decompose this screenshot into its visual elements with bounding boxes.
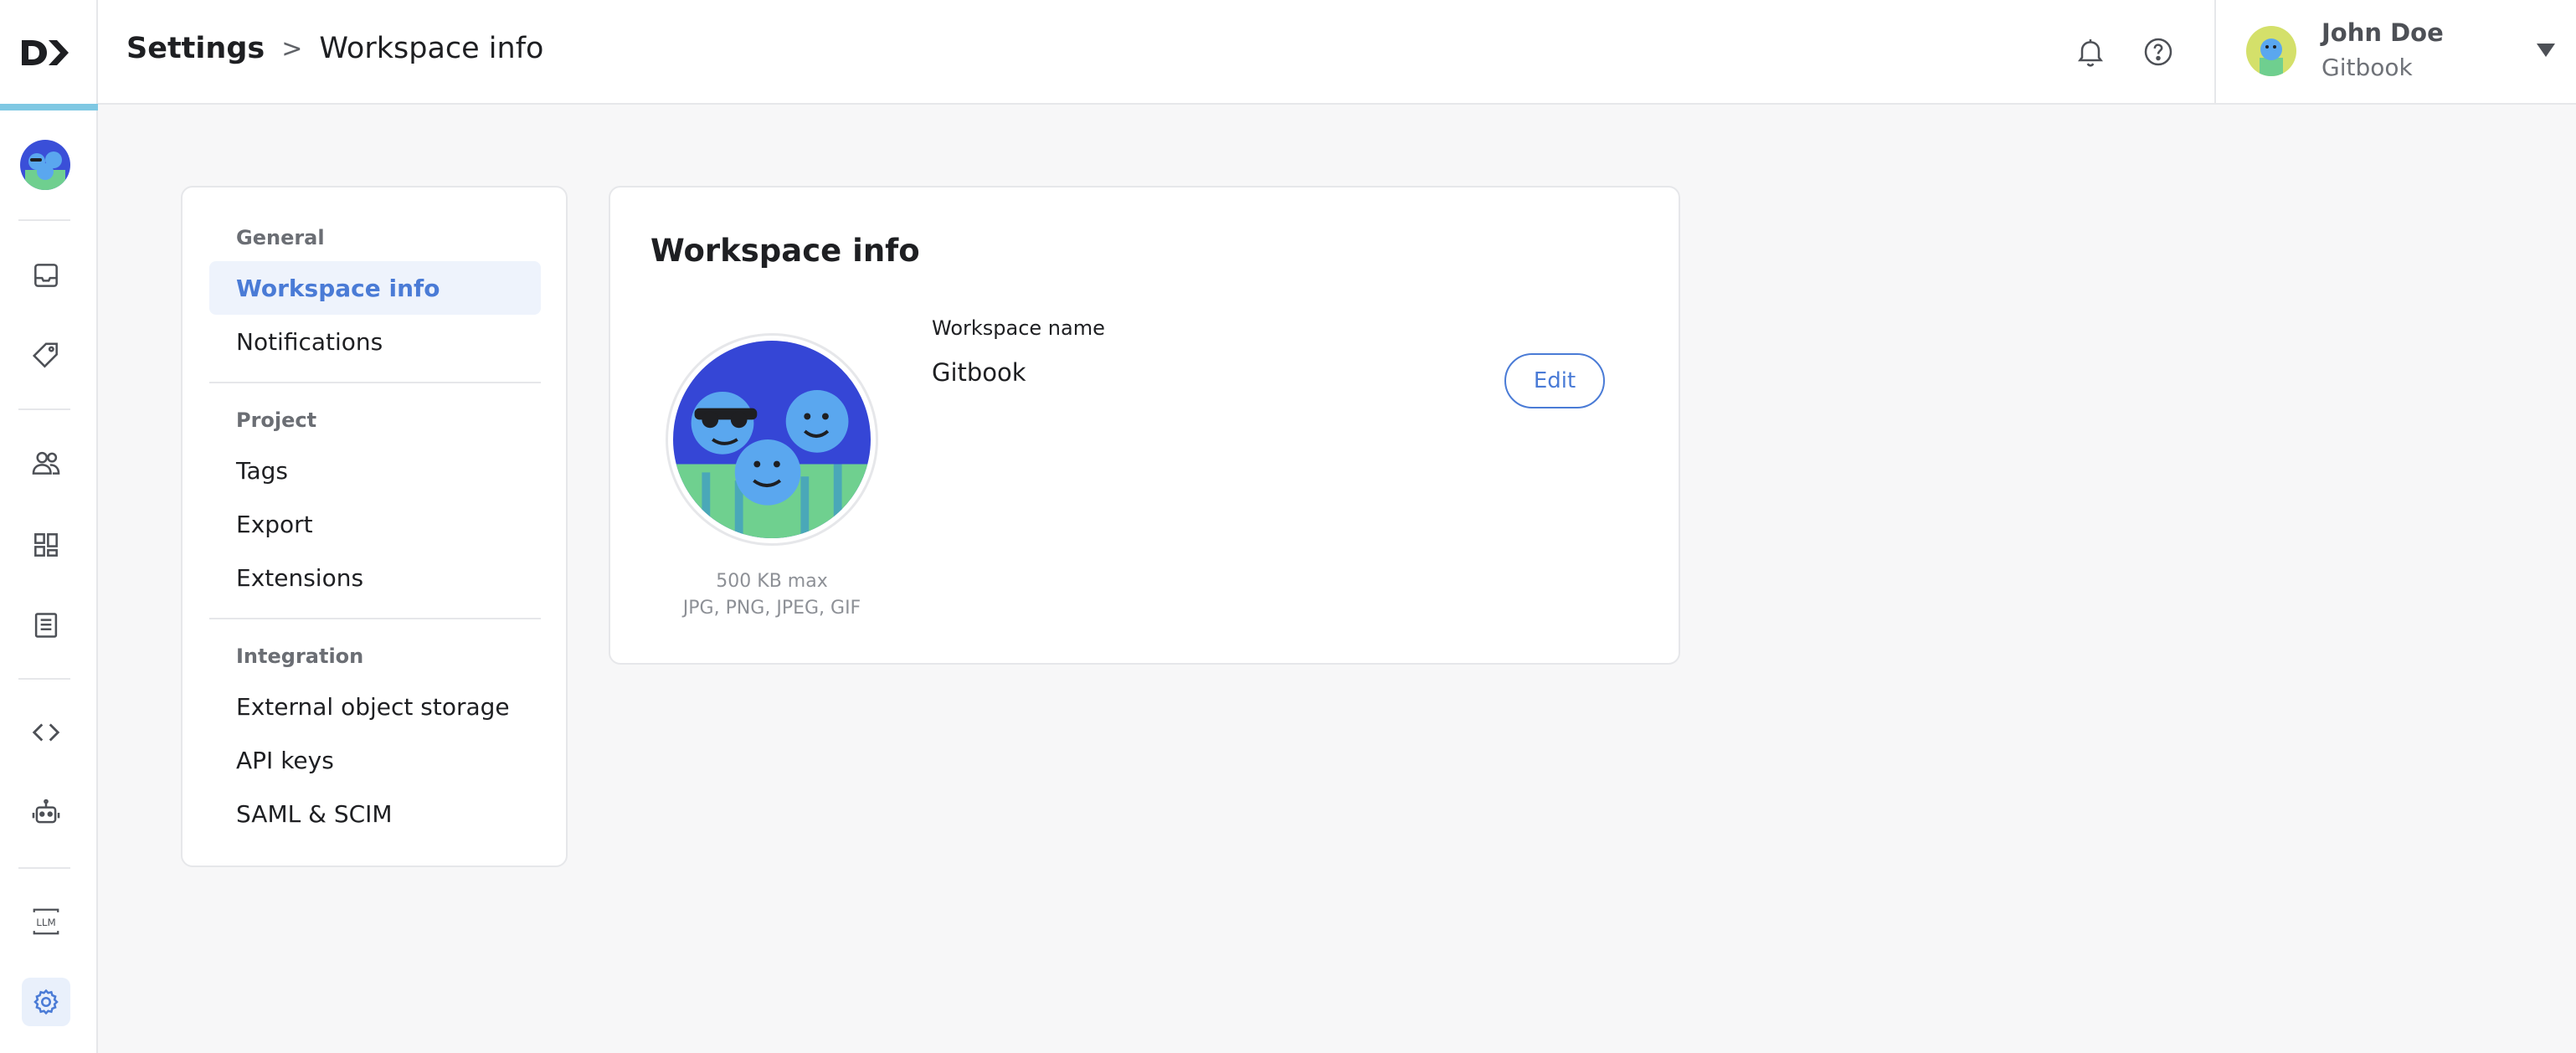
nav-item-external-object-storage[interactable]: External object storage xyxy=(209,680,541,733)
workspace-avatar[interactable] xyxy=(20,140,70,190)
nav-item-saml-scim[interactable]: SAML & SCIM xyxy=(209,787,541,840)
top-bar: Settings > Workspace info John Doe Gitbo… xyxy=(98,0,2576,105)
gear-icon xyxy=(33,989,59,1015)
image-size-hint: 500 KB max xyxy=(716,571,828,592)
workspace-image xyxy=(673,341,871,538)
user-menu[interactable]: John Doe Gitbook xyxy=(2214,0,2576,103)
breadcrumb-settings[interactable]: Settings xyxy=(126,32,265,65)
nav-item-tags[interactable]: Tags xyxy=(209,444,541,497)
workspace-info-card: Workspace info 500 KB max JPG, PNG, JPEG… xyxy=(609,186,1680,665)
robot-nav[interactable] xyxy=(22,788,70,837)
user-avatar xyxy=(2246,26,2296,76)
tags-nav[interactable] xyxy=(22,331,70,380)
nav-divider xyxy=(209,382,541,383)
svg-text:LLM: LLM xyxy=(36,917,55,928)
user-organization: Gitbook xyxy=(2321,54,2413,81)
code-icon xyxy=(32,723,60,742)
settings-nav-panel: General Workspace info Notifications Pro… xyxy=(181,186,568,867)
rail-divider xyxy=(18,408,70,410)
active-app-indicator xyxy=(0,104,98,110)
inbox-nav[interactable] xyxy=(22,251,70,300)
workspace-name-label: Workspace name xyxy=(932,316,1105,340)
inbox-icon xyxy=(34,264,58,287)
dashboard-icon xyxy=(34,533,58,557)
code-nav[interactable] xyxy=(22,708,70,757)
nav-divider xyxy=(209,618,541,619)
llm-nav[interactable]: LLM xyxy=(22,897,70,946)
nav-item-api-keys[interactable]: API keys xyxy=(209,733,541,787)
tag-icon xyxy=(32,342,58,368)
help-icon xyxy=(2144,38,2172,66)
group-title-integration: Integration xyxy=(236,645,364,668)
left-rail: LLM xyxy=(0,0,98,1053)
dashboard-nav[interactable] xyxy=(22,521,70,569)
nav-item-notifications[interactable]: Notifications xyxy=(209,315,541,368)
logo-icon[interactable] xyxy=(20,37,72,69)
rail-divider xyxy=(18,219,70,221)
rail-divider xyxy=(18,678,70,680)
documents-nav[interactable] xyxy=(22,601,70,650)
bell-icon xyxy=(2078,39,2103,67)
document-icon xyxy=(34,613,58,638)
settings-nav[interactable] xyxy=(22,978,70,1026)
breadcrumb: Settings > Workspace info xyxy=(126,32,543,65)
workspace-image-upload[interactable] xyxy=(666,333,878,546)
group-title-general: General xyxy=(236,226,325,249)
users-nav[interactable] xyxy=(22,439,70,487)
help-button[interactable] xyxy=(2140,33,2177,70)
chevron-down-icon[interactable] xyxy=(2536,42,2556,59)
rail-divider xyxy=(18,867,70,869)
workspace-name-value: Gitbook xyxy=(932,358,1026,387)
card-title: Workspace info xyxy=(650,233,920,269)
robot-icon xyxy=(32,799,60,824)
users-icon xyxy=(32,451,60,475)
nav-item-extensions[interactable]: Extensions xyxy=(209,551,541,604)
edit-button[interactable]: Edit xyxy=(1504,353,1605,408)
nav-item-workspace-info[interactable]: Workspace info xyxy=(209,261,541,315)
nav-item-export[interactable]: Export xyxy=(209,497,541,551)
breadcrumb-current: Workspace info xyxy=(319,32,544,65)
notifications-button[interactable] xyxy=(2072,33,2109,70)
group-title-project: Project xyxy=(236,408,317,432)
breadcrumb-separator: > xyxy=(281,33,303,64)
llm-icon: LLM xyxy=(33,908,59,935)
image-types-hint: JPG, PNG, JPEG, GIF xyxy=(682,598,861,619)
user-name: John Doe xyxy=(2321,18,2444,47)
